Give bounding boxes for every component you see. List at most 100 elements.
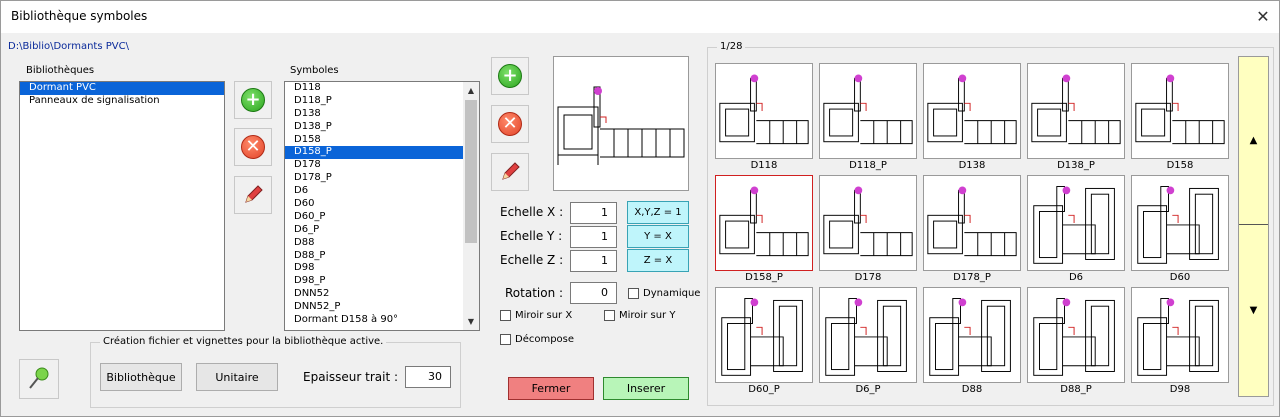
epaisseur-input[interactable]: 30	[405, 366, 451, 388]
z-equals-x-button[interactable]: Z = X	[627, 249, 689, 272]
gallery-grid: D118 D118_P D138 D138_P D158 D158_P D178 D178_P…	[714, 63, 1229, 403]
gallery-thumbnail[interactable]	[1027, 287, 1125, 383]
symbol-list-item[interactable]: D88_P	[285, 250, 479, 263]
gallery-thumbnail[interactable]	[923, 287, 1021, 383]
dynamique-label: Dynamique	[643, 288, 701, 299]
gallery-scrollbar: ▲ ▼	[1238, 56, 1269, 397]
symbol-list-item[interactable]: D178	[285, 159, 479, 172]
add-library-button[interactable]: +	[234, 81, 272, 119]
gallery-thumbnail-label: D178_P	[953, 272, 991, 283]
decompose-label: Décompose	[515, 334, 575, 345]
library-path: D:\Biblio\Dormants PVC\	[8, 41, 129, 52]
symbols-scrollbar[interactable]: ▲ ▼	[463, 82, 479, 330]
symbol-list-item[interactable]: D138_P	[285, 121, 479, 134]
symbol-list-item[interactable]: D158_P	[285, 146, 479, 160]
symbol-list-item[interactable]: DNN52	[285, 288, 479, 301]
gallery-thumbnail[interactable]	[1131, 175, 1229, 271]
symbol-list-item[interactable]: D118_P	[285, 95, 479, 108]
rotation-input[interactable]: 0	[570, 282, 617, 304]
gallery-thumbnail[interactable]	[819, 287, 917, 383]
scale-x-label: Echelle X :	[500, 205, 564, 219]
symbol-list-item[interactable]: D118	[285, 82, 479, 95]
scroll-down-icon[interactable]: ▼	[463, 317, 479, 326]
gallery-thumbnail-label: D118_P	[849, 160, 887, 171]
scroll-up-icon[interactable]: ▲	[463, 86, 479, 95]
y-equals-x-button[interactable]: Y = X	[627, 225, 689, 248]
edit-symbol-button[interactable]	[491, 153, 529, 191]
dialog-window: Bibliothèque symboles ✕ D:\Biblio\Dorman…	[0, 0, 1280, 417]
gallery-scroll-down-icon[interactable]: ▼	[1239, 225, 1268, 396]
scroll-thumb[interactable]	[465, 100, 477, 243]
symbol-list-item[interactable]: D6_P	[285, 224, 479, 237]
add-icon: +	[241, 88, 265, 112]
delete-icon: ✕	[241, 135, 265, 159]
gallery-thumbnail[interactable]	[923, 175, 1021, 271]
library-list-item[interactable]: Panneaux de signalisation	[20, 95, 224, 108]
pin-button[interactable]	[19, 359, 59, 399]
gallery-thumbnail[interactable]	[1027, 63, 1125, 159]
dynamique-checkbox[interactable]	[628, 288, 639, 299]
fermer-button[interactable]: Fermer	[508, 377, 594, 400]
inserer-button[interactable]: Inserer	[603, 377, 689, 400]
add-icon: +	[498, 64, 522, 88]
miroir-y-checkbox[interactable]	[604, 310, 615, 321]
pushpin-icon	[29, 367, 49, 389]
miroir-y-label: Miroir sur Y	[619, 310, 676, 321]
scale-x-input[interactable]: 1	[570, 202, 617, 224]
gallery-thumbnail[interactable]	[819, 175, 917, 271]
symbol-list-item[interactable]: D158	[285, 134, 479, 147]
gallery-thumbnail-label: D6	[1068, 272, 1084, 283]
libraries-label: Bibliothèques	[26, 65, 95, 76]
gallery-thumbnail[interactable]	[715, 287, 813, 383]
edit-library-button[interactable]	[234, 176, 272, 214]
library-list-item[interactable]: Dormant PVC	[20, 82, 224, 95]
symbol-list-item[interactable]: DNN52_P	[285, 301, 479, 314]
gallery-thumbnail-label: D118	[750, 160, 778, 171]
title-bar: Bibliothèque symboles ✕	[1, 1, 1279, 33]
gallery-page-indicator: 1/28	[717, 41, 746, 52]
epaisseur-label: Epaisseur trait :	[303, 370, 399, 384]
symbol-list-item[interactable]: D98	[285, 262, 479, 275]
symbol-list-item[interactable]: Dormant D158 à 90°	[285, 314, 479, 327]
gallery-thumbnail[interactable]	[1027, 175, 1125, 271]
scale-y-input[interactable]: 1	[570, 226, 617, 248]
gallery-thumbnail-label: D138	[958, 160, 986, 171]
symbol-list-item[interactable]: D138	[285, 108, 479, 121]
gallery-thumbnail-label: D158_P	[745, 272, 783, 283]
symbol-list-item[interactable]: D88	[285, 237, 479, 250]
symbol-list-item[interactable]: D178_P	[285, 172, 479, 185]
symbol-list-item[interactable]: D60_P	[285, 211, 479, 224]
pencil-icon	[502, 162, 520, 180]
gallery-thumbnail-label: D88	[961, 384, 983, 395]
gallery-thumbnail-label: D178	[854, 272, 882, 283]
scale-z-input[interactable]: 1	[570, 250, 617, 272]
delete-library-button[interactable]: ✕	[234, 128, 272, 166]
gallery-thumbnail[interactable]	[923, 63, 1021, 159]
gallery-thumbnail-label: D6_P	[855, 384, 881, 395]
close-icon[interactable]: ✕	[1249, 3, 1277, 31]
unitaire-button[interactable]: Unitaire	[196, 363, 278, 391]
symbol-list-item[interactable]: D60	[285, 198, 479, 211]
delete-symbol-button[interactable]: ✕	[491, 105, 529, 143]
symbol-list-item[interactable]: D98_P	[285, 275, 479, 288]
gallery-thumbnail[interactable]	[819, 63, 917, 159]
miroir-x-label: Miroir sur X	[515, 310, 573, 321]
libraries-list[interactable]: Dormant PVC Panneaux de signalisation	[19, 81, 225, 331]
gallery-thumbnail[interactable]	[715, 63, 813, 159]
creation-legend: Création fichier et vignettes pour la bi…	[100, 336, 387, 347]
gallery-thumbnail[interactable]	[715, 175, 813, 271]
delete-icon: ✕	[498, 112, 522, 136]
symbol-list-item[interactable]: D6	[285, 185, 479, 198]
bibliotheque-button[interactable]: Bibliothèque	[100, 363, 182, 391]
rotation-label: Rotation :	[505, 286, 564, 300]
gallery-thumbnail[interactable]	[1131, 63, 1229, 159]
gallery-scroll-up-icon[interactable]: ▲	[1239, 57, 1268, 225]
add-symbol-button[interactable]: +	[491, 57, 529, 95]
decompose-checkbox[interactable]	[500, 334, 511, 345]
gallery-thumbnail-label: D60_P	[748, 384, 780, 395]
gallery-thumbnail-label: D138_P	[1057, 160, 1095, 171]
gallery-thumbnail[interactable]	[1131, 287, 1229, 383]
miroir-x-checkbox[interactable]	[500, 310, 511, 321]
symbols-list[interactable]: D118 D118_P D138 D138_P D158 D158_P D178 D178_P…	[284, 81, 480, 331]
reset-xyz-button[interactable]: X,Y,Z = 1	[627, 201, 689, 224]
